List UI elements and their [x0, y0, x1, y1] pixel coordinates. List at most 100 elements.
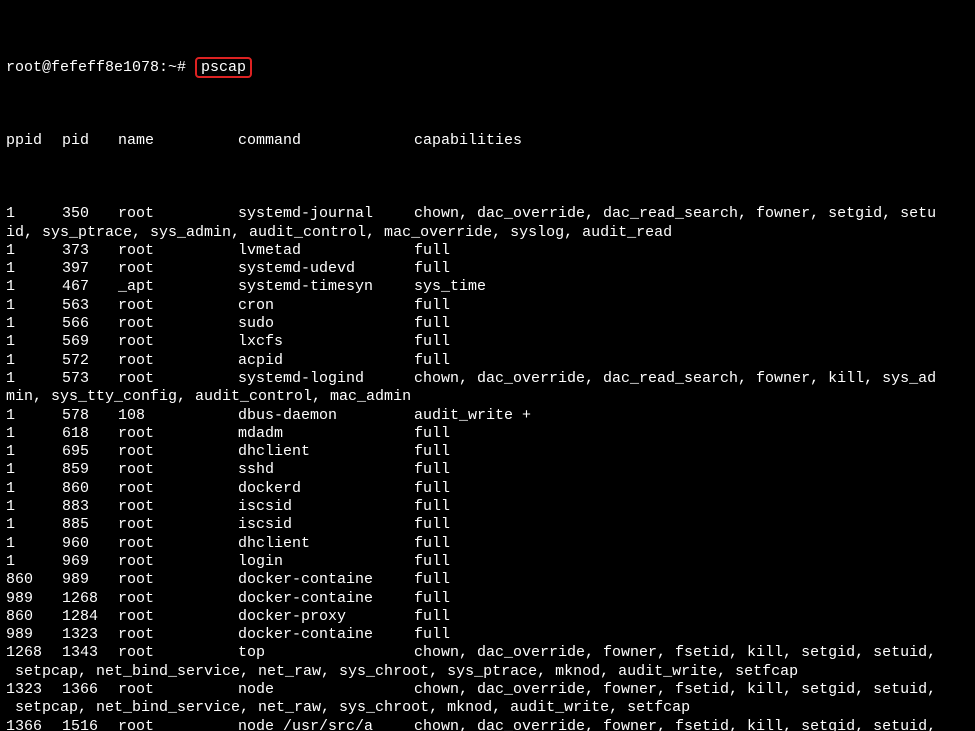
process-row: 1883rootiscsidfull — [6, 498, 969, 516]
cell-capabilities: chown, dac_override, fowner, fsetid, kil… — [414, 718, 969, 731]
cell-ppid: 1 — [6, 407, 62, 425]
header-row: ppidpidnamecommandcapabilities — [6, 132, 969, 150]
cell-ppid: 989 — [6, 626, 62, 644]
cell-capabilities: full — [414, 297, 969, 315]
cell-name: root — [118, 498, 238, 516]
cell-ppid: 1268 — [6, 644, 62, 662]
cell-command: docker-containe — [238, 590, 414, 608]
cell-name: root — [118, 461, 238, 479]
process-row: 1885rootiscsidfull — [6, 516, 969, 534]
cell-command: node — [238, 681, 414, 699]
process-row: 8601284rootdocker-proxyfull — [6, 608, 969, 626]
cell-capabilities: full — [414, 260, 969, 278]
process-row: 1618rootmdadmfull — [6, 425, 969, 443]
cell-name: root — [118, 571, 238, 589]
cell-name: root — [118, 242, 238, 260]
cell-name: root — [118, 681, 238, 699]
cell-capabilities: chown, dac_override, fowner, fsetid, kil… — [414, 644, 969, 662]
cell-name: root — [118, 535, 238, 553]
cell-capabilities: chown, dac_override, dac_read_search, fo… — [414, 370, 969, 388]
cell-capabilities: audit_write + — [414, 407, 969, 425]
cell-name: root — [118, 553, 238, 571]
cell-command: docker-containe — [238, 571, 414, 589]
process-row: 1569rootlxcfsfull — [6, 333, 969, 351]
cell-name: root — [118, 333, 238, 351]
cell-pid: 373 — [62, 242, 118, 260]
cell-ppid: 1 — [6, 480, 62, 498]
process-row: 13661516rootnode /usr/src/achown, dac_ov… — [6, 718, 969, 731]
process-row: 1397rootsystemd-udevdfull — [6, 260, 969, 278]
cell-name: root — [118, 260, 238, 278]
cell-pid: 566 — [62, 315, 118, 333]
cell-name: root — [118, 370, 238, 388]
cell-ppid: 1 — [6, 425, 62, 443]
prompt-text: root@fefeff8e1078:~# — [6, 59, 186, 76]
cell-ppid: 1 — [6, 516, 62, 534]
cell-ppid: 1 — [6, 461, 62, 479]
process-row: 1578108dbus-daemonaudit_write + — [6, 407, 969, 425]
cell-name: root — [118, 608, 238, 626]
prompt-line-1: root@fefeff8e1078:~# pscap — [6, 59, 969, 77]
cell-pid: 350 — [62, 205, 118, 223]
cell-ppid: 860 — [6, 571, 62, 589]
cell-command: dhclient — [238, 443, 414, 461]
process-row: 9891268rootdocker-containefull — [6, 590, 969, 608]
cell-pid: 573 — [62, 370, 118, 388]
cell-name: root — [118, 315, 238, 333]
cell-name: root — [118, 590, 238, 608]
cell-command: systemd-udevd — [238, 260, 414, 278]
process-row: 12681343roottopchown, dac_override, fown… — [6, 644, 969, 662]
process-row-wrap: setpcap, net_bind_service, net_raw, sys_… — [6, 663, 969, 681]
col-header-pid: pid — [62, 132, 118, 150]
cell-capabilities: full — [414, 498, 969, 516]
cell-name: root — [118, 718, 238, 731]
cell-capabilities: full — [414, 626, 969, 644]
cell-name: root — [118, 352, 238, 370]
cell-capabilities: full — [414, 608, 969, 626]
terminal[interactable]: root@fefeff8e1078:~# pscap ppidpidnameco… — [0, 0, 975, 731]
cell-ppid: 1 — [6, 205, 62, 223]
cell-command: lvmetad — [238, 242, 414, 260]
cell-capabilities: full — [414, 553, 969, 571]
cell-capabilities: chown, dac_override, fowner, fsetid, kil… — [414, 681, 969, 699]
cell-capabilities: chown, dac_override, dac_read_search, fo… — [414, 205, 969, 223]
cell-capabilities: full — [414, 480, 969, 498]
cell-command: node /usr/src/a — [238, 718, 414, 731]
cell-pid: 1516 — [62, 718, 118, 731]
cell-pid: 397 — [62, 260, 118, 278]
cell-capabilities: full — [414, 333, 969, 351]
cell-ppid: 989 — [6, 590, 62, 608]
process-row: 1859rootsshdfull — [6, 461, 969, 479]
process-row-wrap: setpcap, net_bind_service, net_raw, sys_… — [6, 699, 969, 717]
cell-name: 108 — [118, 407, 238, 425]
cell-capabilities: full — [414, 571, 969, 589]
cell-capabilities: full — [414, 535, 969, 553]
cell-pid: 883 — [62, 498, 118, 516]
cell-pid: 563 — [62, 297, 118, 315]
cell-command: systemd-journal — [238, 205, 414, 223]
cell-name: _apt — [118, 278, 238, 296]
cell-pid: 467 — [62, 278, 118, 296]
cell-ppid: 1 — [6, 535, 62, 553]
cell-capabilities: full — [414, 425, 969, 443]
process-row: 1572rootacpidfull — [6, 352, 969, 370]
cell-capabilities: sys_time — [414, 278, 969, 296]
cell-name: root — [118, 626, 238, 644]
cell-capabilities: full — [414, 352, 969, 370]
process-row: 1695rootdhclientfull — [6, 443, 969, 461]
cell-capabilities: full — [414, 461, 969, 479]
col-header-ppid: ppid — [6, 132, 62, 150]
cell-command: docker-proxy — [238, 608, 414, 626]
cell-name: root — [118, 205, 238, 223]
cell-name: root — [118, 516, 238, 534]
cell-command: sudo — [238, 315, 414, 333]
output-rows: 1350rootsystemd-journalchown, dac_overri… — [6, 205, 969, 731]
col-header-command: command — [238, 132, 414, 150]
cell-pid: 569 — [62, 333, 118, 351]
cell-ppid: 1 — [6, 297, 62, 315]
process-row: 9891323rootdocker-containefull — [6, 626, 969, 644]
cell-capabilities: full — [414, 315, 969, 333]
cell-ppid: 1 — [6, 278, 62, 296]
process-row: 1563rootcronfull — [6, 297, 969, 315]
cell-ppid: 1 — [6, 370, 62, 388]
